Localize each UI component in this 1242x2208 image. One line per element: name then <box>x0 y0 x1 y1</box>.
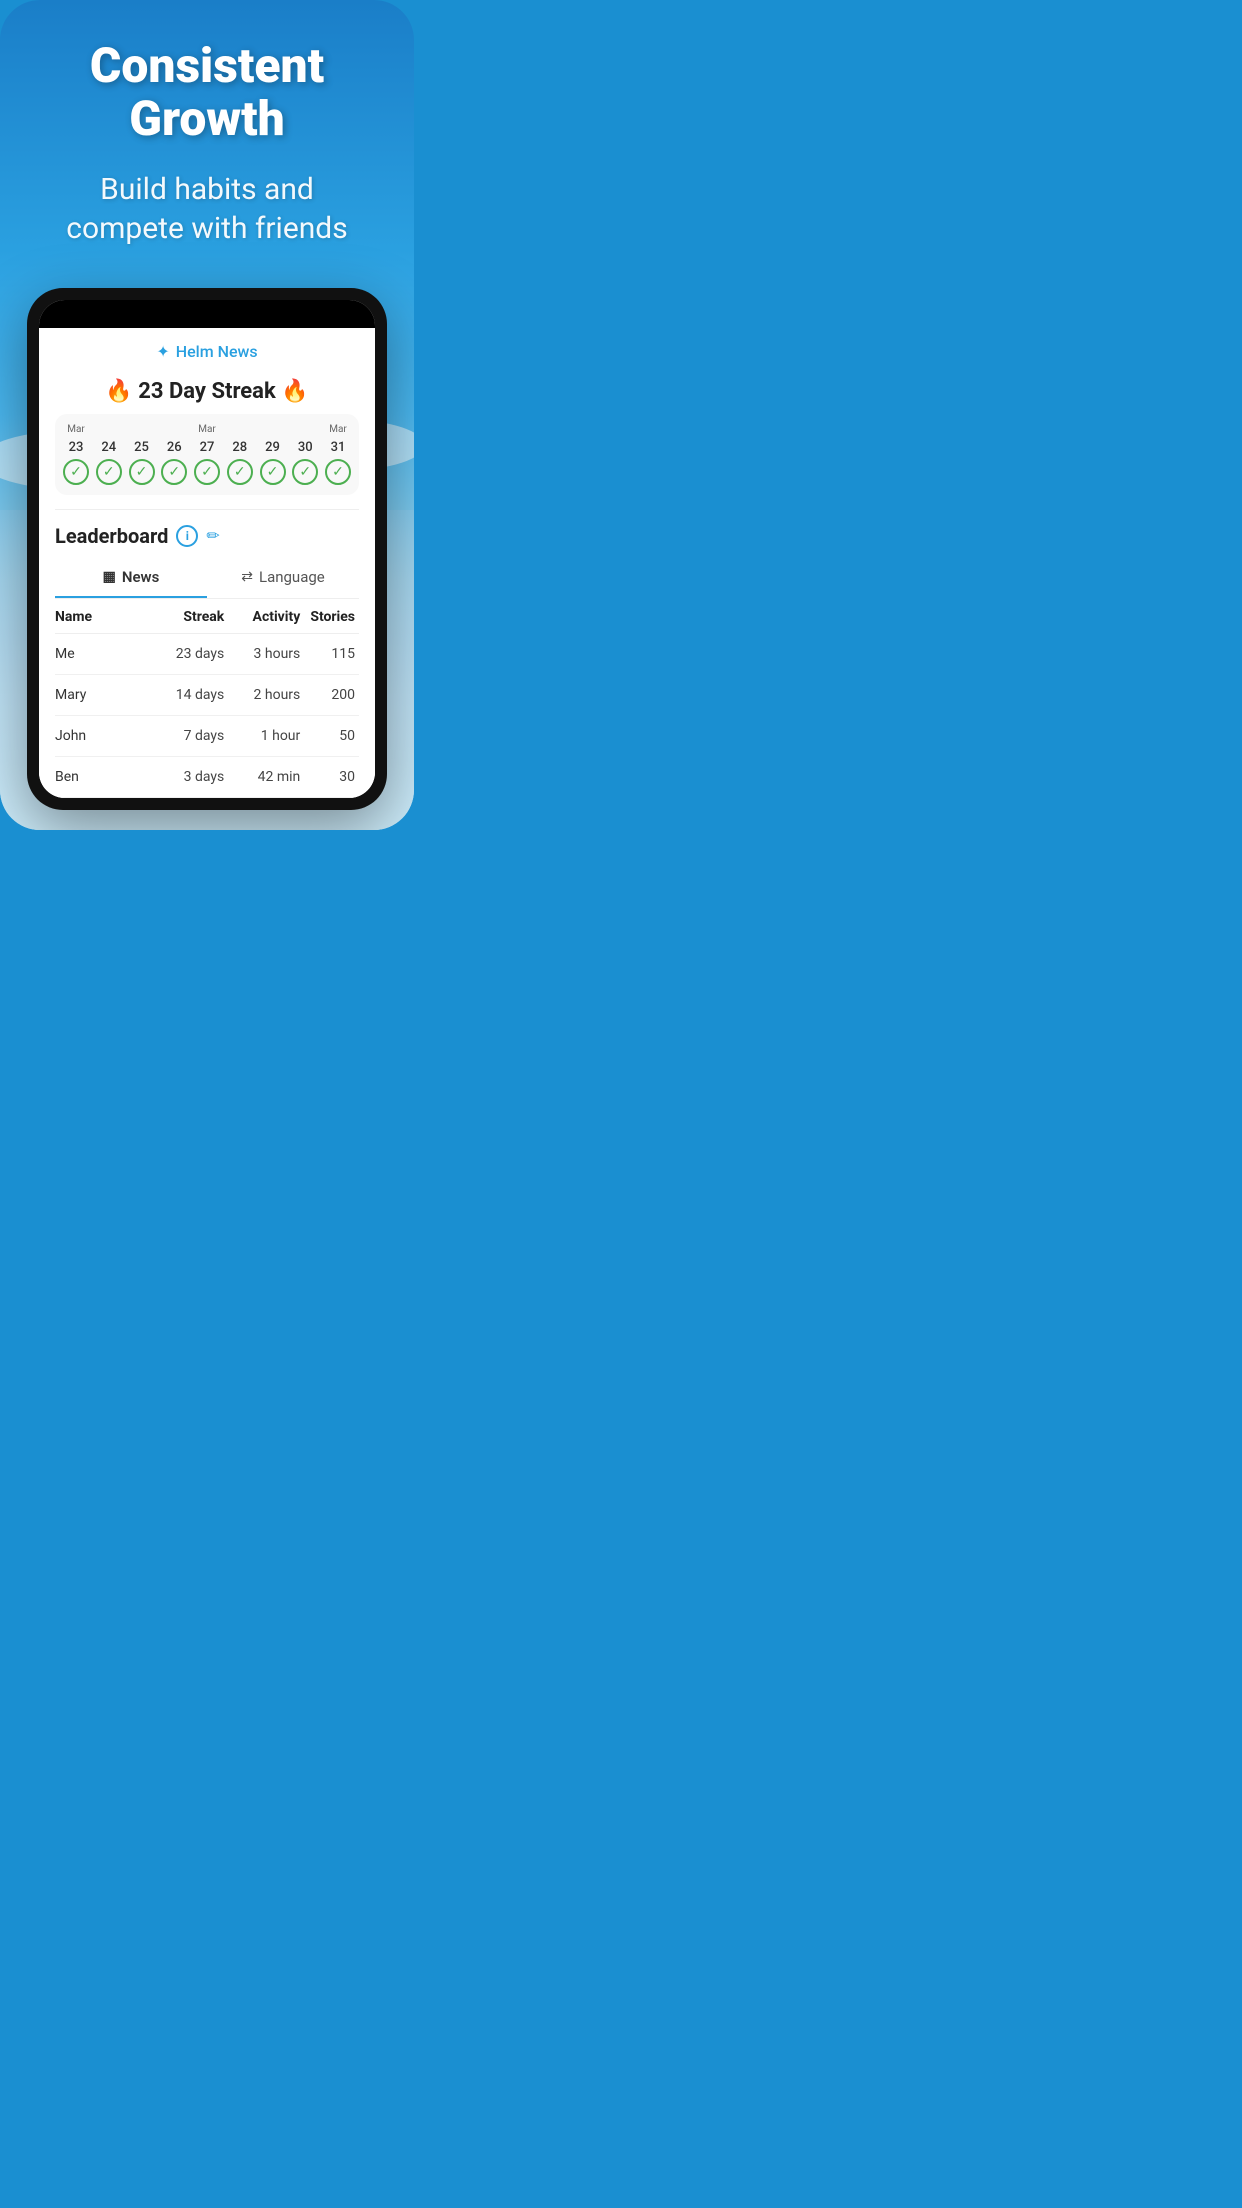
cal-day-2: 24 ✓ <box>96 424 122 485</box>
table-header: Name Streak Activity Stories <box>55 599 359 634</box>
cal-day-7: 29 ✓ <box>260 424 286 485</box>
calendar-strip: Mar 23 ✓ 24 ✓ 25 <box>55 414 359 495</box>
helm-icon: ✦ <box>156 342 169 361</box>
tabs-row: ▦ News ⇄ Language <box>55 558 359 599</box>
cell-name-2: John <box>55 715 161 756</box>
streak-section: 🔥 23 Day Streak 🔥 Mar 23 ✓ 24 <box>39 369 375 509</box>
app-header: ✦ Helm News <box>39 328 375 369</box>
cell-name-0: Me <box>55 633 161 674</box>
col-header-stories: Stories <box>304 599 359 634</box>
subtitle: Build habits andcompete with friends <box>66 170 347 248</box>
streak-title: 🔥 23 Day Streak 🔥 <box>55 379 359 404</box>
table-row: John 7 days 1 hour 50 <box>55 715 359 756</box>
leaderboard-table: Name Streak Activity Stories Me 23 days … <box>55 599 359 798</box>
cell-stories-0: 115 <box>304 633 359 674</box>
language-tab-icon: ⇄ <box>241 569 253 585</box>
table-row: Mary 14 days 2 hours 200 <box>55 674 359 715</box>
cell-activity-2: 1 hour <box>228 715 304 756</box>
app-screen: Consistent Growth Build habits andcompet… <box>0 0 414 830</box>
cal-day-5: Mar 27 ✓ <box>194 424 220 485</box>
leaderboard-title: Leaderboard <box>55 524 168 548</box>
phone-screen: ✦ Helm News 🔥 23 Day Streak 🔥 Mar 23 <box>39 300 375 798</box>
tab-language-label: Language <box>259 568 325 586</box>
cell-activity-3: 42 min <box>228 756 304 797</box>
main-content: Consistent Growth Build habits andcompet… <box>0 0 414 830</box>
cal-day-8: 30 ✓ <box>292 424 318 485</box>
cal-day-4: 26 ✓ <box>161 424 187 485</box>
cell-activity-0: 3 hours <box>228 633 304 674</box>
leaderboard-section: Leaderboard i ✏ ▦ News ⇄ <box>39 510 375 798</box>
col-header-name: Name <box>55 599 161 634</box>
cell-streak-1: 14 days <box>161 674 228 715</box>
edit-icon[interactable]: ✏ <box>206 526 219 545</box>
phone-mockup: ✦ Helm News 🔥 23 Day Streak 🔥 Mar 23 <box>27 288 387 810</box>
cal-day-6: 28 ✓ <box>227 424 253 485</box>
table-row: Ben 3 days 42 min 30 <box>55 756 359 797</box>
app-title-row: ✦ Helm News <box>39 342 375 361</box>
info-icon[interactable]: i <box>176 525 198 547</box>
tab-news-label: News <box>122 568 159 586</box>
cell-stories-3: 30 <box>304 756 359 797</box>
cal-day-3: 25 ✓ <box>129 424 155 485</box>
news-tab-icon: ▦ <box>103 569 116 585</box>
cell-activity-1: 2 hours <box>228 674 304 715</box>
tab-language[interactable]: ⇄ Language <box>207 558 359 598</box>
cell-streak-3: 3 days <box>161 756 228 797</box>
cell-stories-1: 200 <box>304 674 359 715</box>
notch <box>167 305 247 323</box>
cell-streak-2: 7 days <box>161 715 228 756</box>
cell-name-1: Mary <box>55 674 161 715</box>
app-name: Helm News <box>176 342 258 361</box>
cell-name-3: Ben <box>55 756 161 797</box>
screen-topbar <box>39 300 375 328</box>
col-header-streak: Streak <box>161 599 228 634</box>
col-header-activity: Activity <box>228 599 304 634</box>
cell-streak-0: 23 days <box>161 633 228 674</box>
cell-stories-2: 50 <box>304 715 359 756</box>
cal-day-1: Mar 23 ✓ <box>63 424 89 485</box>
main-title: Consistent Growth <box>20 40 394 146</box>
table-row: Me 23 days 3 hours 115 <box>55 633 359 674</box>
leaderboard-header: Leaderboard i ✏ <box>55 524 359 548</box>
tab-news[interactable]: ▦ News <box>55 558 207 598</box>
cal-day-9: Mar 31 ✓ <box>325 424 351 485</box>
screen-content: ✦ Helm News 🔥 23 Day Streak 🔥 Mar 23 <box>39 328 375 798</box>
